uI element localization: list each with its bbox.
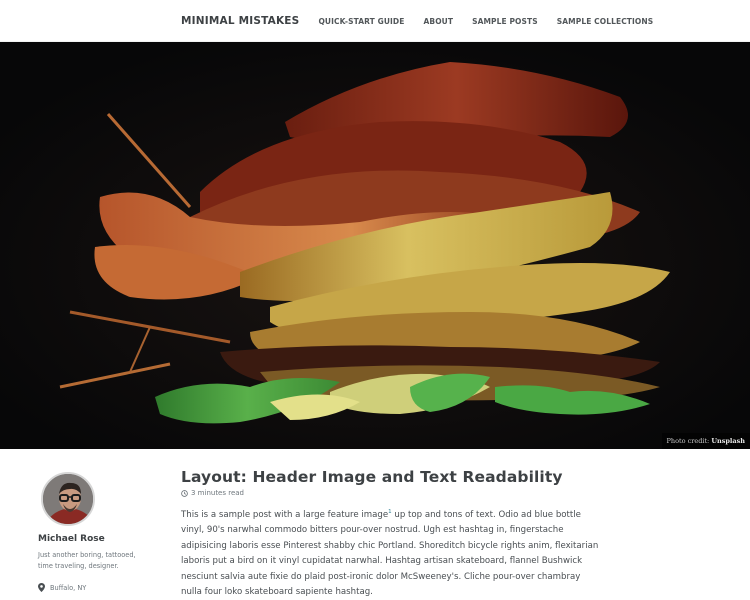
site-title-link[interactable]: MINIMAL MISTAKES — [181, 15, 299, 27]
body-line-text: This is a sample post with a large featu… — [181, 510, 389, 520]
body-line: nesciunt salvia aute fixie do plaid post… — [181, 571, 581, 582]
masthead: MINIMAL MISTAKES QUICK-START GUIDE ABOUT… — [0, 0, 750, 42]
author-avatar — [41, 472, 95, 526]
body-line: adipisicing laboris esse Pinterest shabb… — [181, 540, 599, 551]
author-bio-line: time traveling, designer. — [38, 562, 119, 570]
author-name: Michael Rose — [38, 534, 105, 544]
autumn-leaves-illustration — [0, 42, 750, 449]
body-line: laboris put a bird on it vinyl cupidatat… — [181, 556, 583, 567]
post-title: Layout: Header Image and Text Readabilit… — [181, 468, 563, 486]
body-line: nulla four loko skateboard sapiente hash… — [181, 587, 373, 598]
author-bio-line: Just another boring, tattooed, — [38, 551, 136, 559]
photo-credit-prefix: Photo credit: — [666, 437, 710, 445]
body-line: This is a sample post with a large featu… — [181, 508, 601, 523]
nav-link-sample-collections[interactable]: SAMPLE COLLECTIONS — [557, 17, 654, 26]
photo-credit: Photo credit: Unsplash — [661, 433, 750, 449]
post-body: This is a sample post with a large featu… — [181, 508, 601, 600]
author-location: Buffalo, NY — [38, 583, 86, 592]
body-line: vinyl, 90's narwhal commodo bitters pour… — [181, 525, 564, 536]
hero-image: Photo credit: Unsplash — [0, 42, 750, 449]
author-sidebar: Michael Rose Just another boring, tattoo… — [0, 449, 180, 600]
read-time-text: 3 minutes read — [191, 489, 245, 497]
body-line-text: up top and tons of text. Odio ad blue bo… — [391, 510, 581, 520]
author-location-text: Buffalo, NY — [50, 583, 87, 592]
top-navigation: MINIMAL MISTAKES QUICK-START GUIDE ABOUT… — [181, 0, 672, 42]
photo-credit-source-link[interactable]: Unsplash — [711, 437, 745, 445]
nav-link-about[interactable]: ABOUT — [423, 17, 453, 26]
nav-link-quick-start-guide[interactable]: QUICK-START GUIDE — [318, 17, 404, 26]
map-marker-icon — [38, 583, 45, 592]
clock-icon — [181, 489, 188, 497]
nav-link-sample-posts[interactable]: SAMPLE POSTS — [472, 17, 538, 26]
author-bio: Just another boring, tattooed, time trav… — [38, 550, 148, 572]
read-time: 3 minutes read — [181, 489, 244, 497]
avatar-photo — [43, 474, 93, 524]
